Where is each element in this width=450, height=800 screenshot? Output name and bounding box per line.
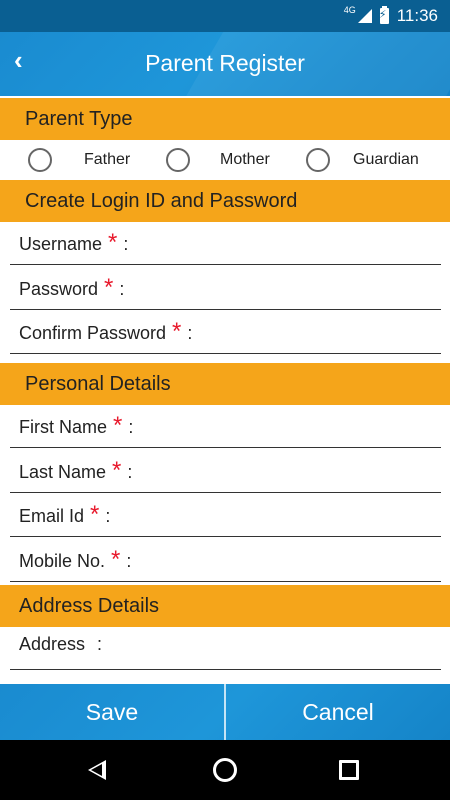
last-name-field[interactable]: Last Name *: bbox=[10, 449, 441, 493]
radio-circle-icon[interactable] bbox=[28, 148, 52, 172]
first-name-label: First Name *: bbox=[19, 412, 133, 440]
section-address-details: Address Details bbox=[0, 585, 450, 627]
save-button[interactable]: Save bbox=[0, 684, 224, 740]
mobile-label: Mobile No. *: bbox=[19, 546, 131, 574]
address-label: Address: bbox=[19, 634, 102, 655]
mobile-field[interactable]: Mobile No. *: bbox=[10, 538, 441, 582]
status-time: 11:36 bbox=[396, 6, 438, 25]
address-input[interactable] bbox=[180, 634, 435, 662]
radio-guardian[interactable] bbox=[306, 140, 330, 180]
required-mark: * bbox=[172, 318, 182, 345]
confirm-password-input[interactable] bbox=[230, 318, 435, 346]
email-input[interactable] bbox=[180, 501, 435, 529]
last-name-label-text: Last Name bbox=[19, 462, 107, 482]
radio-mother[interactable] bbox=[166, 140, 190, 180]
system-nav-bar bbox=[0, 740, 450, 800]
colon: : bbox=[123, 234, 129, 254]
status-icons: 4G 11:36 bbox=[343, 5, 438, 26]
required-mark: * bbox=[90, 501, 100, 528]
nav-home-icon[interactable] bbox=[213, 758, 237, 782]
parent-type-group: Father Mother Guardian bbox=[0, 140, 450, 180]
email-label: Email Id *: bbox=[19, 501, 110, 529]
colon: : bbox=[126, 551, 132, 571]
app-bar: ‹ Parent Register bbox=[0, 32, 450, 96]
required-mark: * bbox=[112, 457, 122, 484]
password-label: Password *: bbox=[19, 274, 124, 302]
status-bar: 4G 11:36 bbox=[0, 0, 450, 32]
confirm-password-label: Confirm Password *: bbox=[19, 318, 192, 346]
username-field[interactable]: Username *: bbox=[10, 221, 441, 265]
email-field[interactable]: Email Id *: bbox=[10, 493, 441, 537]
colon: : bbox=[97, 634, 103, 654]
colon: : bbox=[187, 323, 193, 343]
colon: : bbox=[128, 417, 134, 437]
confirm-password-field[interactable]: Confirm Password *: bbox=[10, 310, 441, 354]
section-parent-type: Parent Type bbox=[0, 98, 450, 140]
radio-label-father[interactable]: Father bbox=[84, 151, 130, 169]
last-name-input[interactable] bbox=[180, 457, 435, 485]
colon: : bbox=[105, 506, 111, 526]
bottom-action-bar: Save Cancel bbox=[0, 684, 450, 740]
first-name-label-text: First Name bbox=[19, 417, 108, 437]
address-field[interactable]: Address: bbox=[10, 626, 441, 670]
page-title: Parent Register bbox=[145, 50, 305, 76]
first-name-field[interactable]: First Name *: bbox=[10, 404, 441, 448]
last-name-label: Last Name *: bbox=[19, 457, 132, 485]
username-label: Username *: bbox=[19, 229, 128, 257]
radio-label-guardian[interactable]: Guardian bbox=[353, 151, 419, 169]
cancel-button[interactable]: Cancel bbox=[226, 684, 450, 740]
mobile-input[interactable] bbox=[180, 546, 435, 574]
password-label-text: Password bbox=[19, 279, 99, 299]
required-mark: * bbox=[104, 274, 114, 301]
mobile-label-text: Mobile No. bbox=[19, 551, 106, 571]
radio-circle-icon[interactable] bbox=[166, 148, 190, 172]
radio-label-mother[interactable]: Mother bbox=[220, 151, 270, 169]
password-field[interactable]: Password *: bbox=[10, 266, 441, 310]
radio-circle-icon[interactable] bbox=[306, 148, 330, 172]
required-mark: * bbox=[113, 412, 123, 439]
colon: : bbox=[119, 279, 125, 299]
password-input[interactable] bbox=[180, 274, 435, 302]
section-personal-details: Personal Details bbox=[0, 363, 450, 405]
email-label-text: Email Id bbox=[19, 506, 85, 526]
radio-father[interactable] bbox=[28, 140, 52, 180]
username-input[interactable] bbox=[180, 229, 435, 257]
section-login: Create Login ID and Password bbox=[0, 180, 450, 222]
required-mark: * bbox=[111, 546, 121, 573]
required-mark: * bbox=[108, 229, 118, 256]
address-label-text: Address bbox=[19, 634, 86, 654]
first-name-input[interactable] bbox=[180, 412, 435, 440]
colon: : bbox=[127, 462, 133, 482]
confirm-password-label-text: Confirm Password bbox=[19, 323, 167, 343]
nav-recents-icon[interactable] bbox=[339, 760, 359, 780]
battery-icon bbox=[379, 6, 389, 24]
network-type: 4G bbox=[343, 5, 356, 15]
nav-back-icon[interactable] bbox=[88, 760, 106, 780]
signal-icon bbox=[357, 9, 372, 23]
username-label-text: Username bbox=[19, 234, 103, 254]
